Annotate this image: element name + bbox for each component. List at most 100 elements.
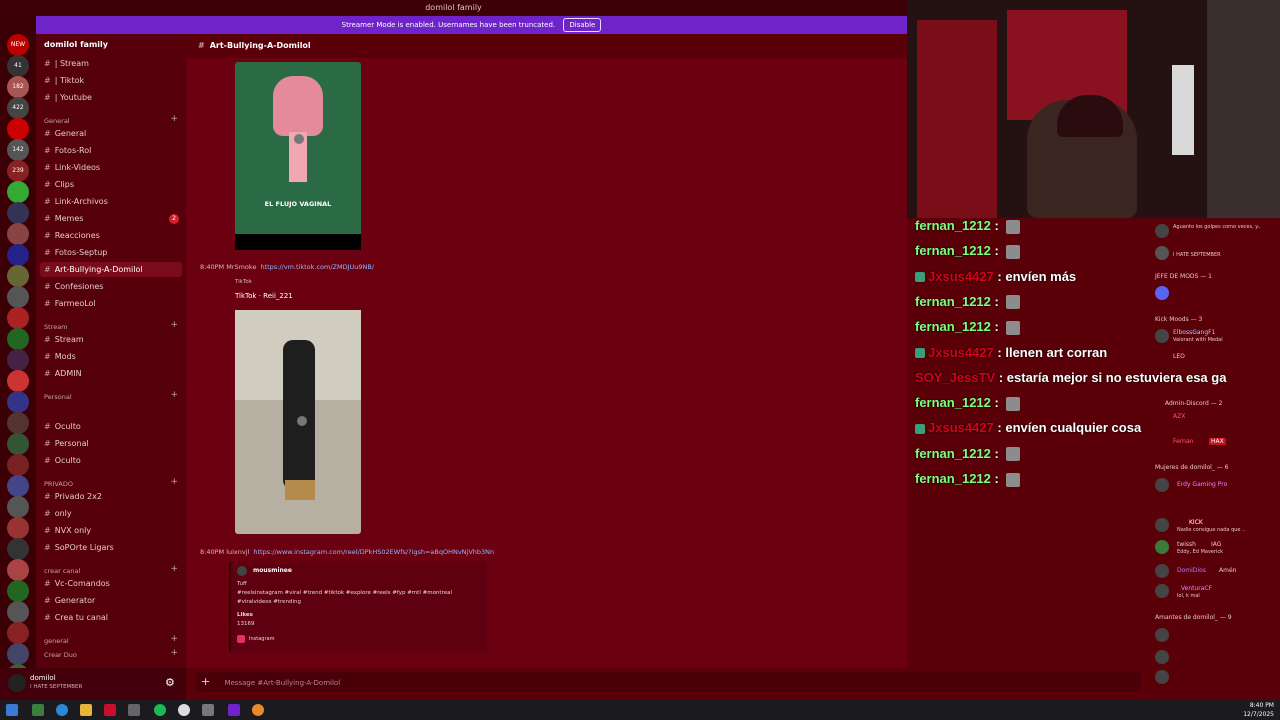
channel-item[interactable]: # Fotos-Septup (44, 245, 107, 260)
app-icon[interactable] (202, 704, 214, 716)
channel-item[interactable]: # Vc-Comandos (44, 576, 110, 591)
server-icon[interactable] (7, 349, 29, 371)
add-channel-icon[interactable]: + (170, 320, 178, 330)
spotify-icon[interactable] (154, 704, 166, 716)
channel-item[interactable]: # FarmeoLol (44, 296, 96, 311)
member-name[interactable]: VenturaCF (1181, 585, 1212, 592)
server-icon[interactable] (7, 370, 29, 392)
server-icon[interactable] (7, 601, 29, 623)
channel-item[interactable]: # NVX only (44, 523, 91, 538)
add-channel-icon[interactable]: + (170, 564, 178, 574)
server-icon[interactable] (7, 496, 29, 518)
channel-item[interactable]: # Stream (44, 332, 84, 347)
add-channel-icon[interactable]: + (170, 634, 178, 644)
channel-item[interactable]: # Reacciones (44, 228, 100, 243)
channel-item[interactable]: # Clips (44, 177, 74, 192)
channel-item[interactable]: # Privado 2x2 (44, 489, 102, 504)
server-icon[interactable]: NEW (7, 34, 29, 56)
channel-item[interactable]: # Link-Videos (44, 160, 100, 175)
server-icon[interactable]: 239 (7, 160, 29, 182)
video-embed-1[interactable]: EL FLUJO VAGINAL (235, 62, 361, 250)
member-name[interactable]: twissh (1177, 541, 1196, 548)
channel-item[interactable]: # Oculto (44, 453, 81, 468)
server-icon[interactable] (7, 622, 29, 644)
server-icon[interactable]: 142 (7, 139, 29, 161)
server-icon[interactable] (7, 391, 29, 413)
embed-title[interactable]: TikTok · Reii_221 (235, 292, 293, 300)
channel-item[interactable]: # Confesiones (44, 279, 103, 294)
system-clock[interactable]: 8:40 PM 12/7/2025 (1243, 701, 1274, 719)
member-name[interactable]: ElbossGangF1 (1173, 329, 1215, 336)
channel-item[interactable]: # Art-Bullying-A-Domilol (40, 262, 182, 277)
server-icon[interactable] (7, 559, 29, 581)
server-name[interactable]: domilol family (44, 40, 108, 49)
video-embed-2[interactable] (235, 310, 361, 534)
add-channel-icon[interactable]: + (170, 114, 178, 124)
server-icon[interactable] (7, 223, 29, 245)
channel-item[interactable]: # | Tiktok (44, 73, 84, 88)
channel-item[interactable]: # Memes (44, 211, 83, 226)
server-icon[interactable] (7, 538, 29, 560)
play-icon[interactable] (294, 134, 304, 144)
avatar[interactable] (8, 674, 26, 692)
server-icon[interactable] (7, 118, 29, 140)
channel-item[interactable]: # Oculto (44, 419, 81, 434)
add-channel-icon[interactable]: + (170, 648, 178, 658)
add-channel-icon[interactable]: + (170, 477, 178, 487)
discord-icon[interactable] (1155, 286, 1169, 300)
add-channel-icon[interactable]: + (170, 390, 178, 400)
channel-item[interactable]: # Crea tu canal (44, 610, 108, 625)
channel-item[interactable]: # only (44, 506, 72, 521)
disable-button[interactable]: Disable (563, 18, 602, 32)
server-icon[interactable] (7, 580, 29, 602)
category-header[interactable]: Stream (44, 322, 68, 332)
category-header[interactable]: Crear Duo (44, 650, 77, 660)
member-name[interactable]: DomiDios (1177, 567, 1206, 574)
server-icon[interactable] (7, 643, 29, 665)
channel-item[interactable]: # Fotos-Rol (44, 143, 91, 158)
server-icon[interactable] (7, 328, 29, 350)
category-header[interactable]: general (44, 636, 69, 646)
start-icon[interactable] (6, 704, 18, 716)
play-icon[interactable] (297, 416, 307, 426)
server-icon[interactable] (7, 475, 29, 497)
member-name[interactable]: LEO (1173, 353, 1185, 360)
server-icon[interactable]: 41 (7, 55, 29, 77)
channel-item[interactable]: # | Stream (44, 56, 89, 71)
message-composer[interactable]: + Message #Art-Bullying-A-Domilol (196, 672, 1141, 692)
category-header[interactable]: Personal (44, 392, 72, 402)
category-header[interactable]: crear canal (44, 566, 80, 576)
server-icon[interactable] (7, 244, 29, 266)
server-icon[interactable] (7, 265, 29, 287)
server-icon[interactable] (7, 517, 29, 539)
channel-item[interactable]: # Personal (44, 436, 89, 451)
server-icon[interactable]: 182 (7, 76, 29, 98)
server-icon[interactable] (7, 181, 29, 203)
app-icon[interactable] (228, 704, 240, 716)
category-header[interactable]: General (44, 116, 70, 126)
member-name[interactable]: Erdy Gaming Pro (1177, 481, 1227, 488)
message-link[interactable]: https://vm.tiktok.com/ZMDJUu9NB/ (260, 263, 374, 271)
message-link[interactable]: https://www.instagram.com/reel/DPkHS02EW… (253, 548, 494, 556)
server-icon[interactable] (7, 307, 29, 329)
server-icon[interactable] (7, 286, 29, 308)
member-name[interactable]: Fernan (1173, 438, 1193, 445)
channel-item[interactable]: # Link-Archivos (44, 194, 108, 209)
channel-item[interactable]: # Mods (44, 349, 76, 364)
plus-icon[interactable]: + (201, 675, 210, 688)
app-icon[interactable] (32, 704, 44, 716)
folder-icon[interactable] (80, 704, 92, 716)
gear-icon[interactable]: ⚙ (165, 676, 175, 689)
server-icon[interactable] (7, 202, 29, 224)
server-icon[interactable] (7, 433, 29, 455)
server-icon[interactable] (7, 412, 29, 434)
channel-item[interactable]: # General (44, 126, 86, 141)
chrome-icon[interactable] (178, 704, 190, 716)
browser-icon[interactable] (56, 704, 68, 716)
app-icon[interactable] (252, 704, 264, 716)
member-name[interactable]: AZX (1173, 413, 1185, 420)
server-icon[interactable]: 422 (7, 97, 29, 119)
server-icon[interactable] (7, 454, 29, 476)
channel-item[interactable]: # ADMIN (44, 366, 82, 381)
channel-item[interactable]: # Generator (44, 593, 95, 608)
